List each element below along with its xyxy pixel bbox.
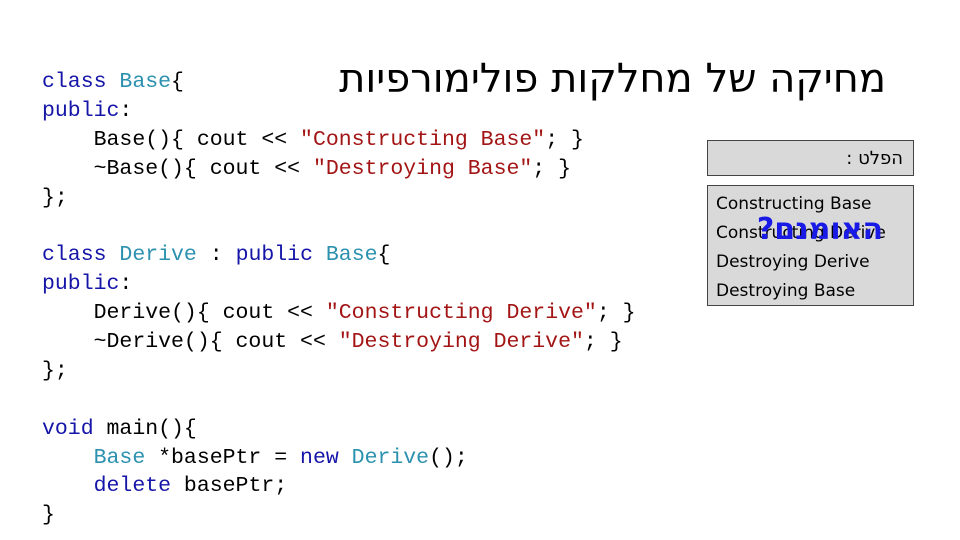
code-token: };: [42, 358, 68, 383]
code-token: Base(){ cout <<: [42, 127, 301, 152]
code-token: {: [377, 243, 391, 268]
code-token: ~Derive(){ cout <<: [42, 330, 339, 355]
code-token: {: [171, 70, 184, 94]
code-token: public: [42, 272, 120, 297]
output-line: Destroying Derive: [716, 252, 870, 272]
code-line: void main(){: [42, 415, 636, 444]
code-line: public:: [42, 270, 636, 299]
code-line: public:: [42, 97, 636, 126]
code-token: public: [235, 243, 313, 268]
overlay-question: האומנם?: [756, 212, 884, 247]
code-token: basePtr;: [171, 474, 288, 499]
code-token: void: [42, 416, 94, 441]
code-line: }: [42, 501, 636, 530]
code-line: class Base{: [42, 68, 636, 97]
code-token: class: [42, 243, 107, 268]
code-line: ~Base(){ cout << "Destroying Base"; }: [42, 155, 636, 184]
code-token: ; }: [532, 156, 572, 181]
code-token: Derive: [351, 445, 430, 470]
code-line: };: [42, 184, 636, 213]
code-token: "Constructing Base": [300, 127, 546, 152]
output-label: הפלט :: [846, 148, 903, 169]
code-token: "Constructing Derive": [325, 301, 597, 326]
code-token: ();: [429, 445, 468, 470]
code-token: "Destroying Derive": [338, 330, 584, 355]
code-token: Base: [93, 445, 146, 470]
code-token: ; }: [596, 301, 636, 326]
code-line: Derive(){ cout << "Constructing Derive";…: [42, 299, 636, 328]
code-token: public: [42, 98, 120, 123]
code-token: :: [119, 272, 133, 297]
code-token: delete: [93, 474, 172, 499]
code-token: "Destroying Base": [312, 156, 533, 181]
code-token: main(){: [93, 416, 197, 441]
code-line: Base *basePtr = new Derive();: [42, 444, 636, 473]
code-token: :: [119, 98, 133, 123]
code-token: :: [196, 243, 236, 268]
code-token: Derive: [119, 243, 197, 268]
code-token: ~Base(){ cout <<: [42, 156, 313, 181]
code-token: };: [42, 185, 68, 210]
code-token: Base: [325, 243, 378, 268]
code-token: *basePtr =: [145, 445, 301, 470]
code-line: Base(){ cout << "Constructing Base"; }: [42, 126, 636, 155]
code-line: };: [42, 357, 636, 386]
code-token: }: [42, 503, 55, 528]
code-token: Derive(){ cout <<: [42, 301, 326, 326]
code-token: Base: [119, 70, 172, 94]
code-line: delete basePtr;: [42, 472, 636, 501]
output-line: Destroying Base: [716, 281, 856, 301]
code-token: ; }: [545, 127, 584, 152]
code-line: ~Derive(){ cout << "Destroying Derive"; …: [42, 328, 636, 357]
code-token: ; }: [583, 330, 623, 355]
code-token: class: [42, 70, 107, 94]
output-label-box: הפלט :: [707, 140, 914, 176]
code-block: class Base{public: Base(){ cout << "Cons…: [42, 68, 636, 530]
code-line: class Derive : public Base{: [42, 241, 636, 270]
code-token: new: [300, 445, 339, 470]
